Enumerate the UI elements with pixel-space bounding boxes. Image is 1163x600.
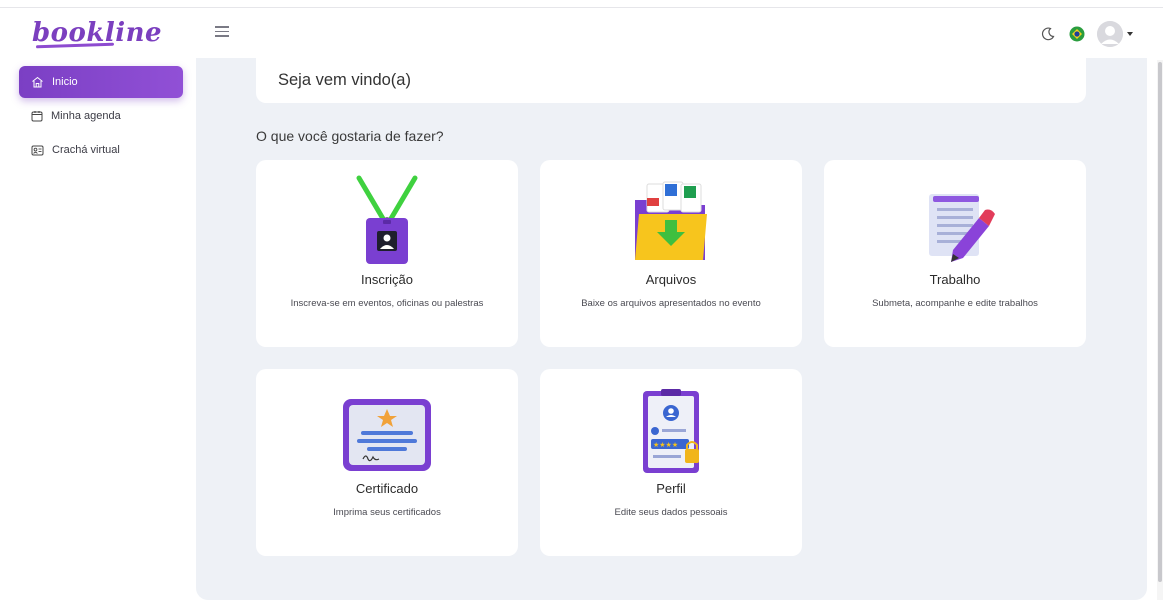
svg-text:★★★★: ★★★★ bbox=[653, 441, 678, 449]
card-description: Baixe os arquivos apresentados no evento bbox=[581, 298, 761, 309]
top-border bbox=[0, 0, 1163, 8]
card-inscricao[interactable]: Inscrição Inscreva-se em eventos, oficin… bbox=[256, 160, 518, 347]
card-description: Submeta, acompanhe e edite trabalhos bbox=[872, 298, 1038, 309]
header-actions bbox=[1039, 20, 1133, 48]
sidebar-item-inicio[interactable]: Inicio bbox=[19, 66, 183, 98]
card-title: Trabalho bbox=[929, 272, 981, 287]
page-scrollbar[interactable] bbox=[1157, 60, 1163, 600]
id-badge-icon bbox=[356, 175, 418, 264]
sidebar-item-label: Minha agenda bbox=[51, 110, 121, 122]
sidebar-item-label: Inicio bbox=[52, 76, 78, 88]
card-title: Arquivos bbox=[645, 272, 697, 287]
profile-clipboard-icon: ★★★★ bbox=[643, 389, 699, 473]
card-arquivos[interactable]: Arquivos Baixe os arquivos apresentados … bbox=[540, 160, 802, 347]
card-title: Certificado bbox=[355, 481, 419, 496]
user-menu[interactable] bbox=[1097, 21, 1133, 47]
document-pencil-icon bbox=[929, 194, 995, 262]
card-description: Imprima seus certificados bbox=[333, 507, 441, 518]
calendar-icon bbox=[31, 111, 43, 122]
badge-icon bbox=[31, 145, 44, 155]
sidebar-item-minha-agenda[interactable]: Minha agenda bbox=[19, 100, 183, 132]
hamburger-icon[interactable] bbox=[215, 26, 229, 37]
user-avatar-icon bbox=[1097, 21, 1123, 47]
card-title: Inscrição bbox=[360, 272, 414, 287]
card-trabalho[interactable]: Trabalho Submeta, acompanhe e edite trab… bbox=[824, 160, 1086, 347]
brazil-flag-icon[interactable] bbox=[1069, 26, 1085, 42]
moon-icon[interactable] bbox=[1039, 25, 1057, 43]
main-content: Seja vem vindo(a) O que você gostaria de… bbox=[196, 58, 1147, 600]
folder-download-icon bbox=[635, 181, 707, 260]
certificate-icon bbox=[343, 399, 431, 471]
scrollbar-thumb[interactable] bbox=[1158, 62, 1162, 582]
sidebar-item-cracha-virtual[interactable]: Crachá virtual bbox=[19, 134, 183, 166]
home-icon bbox=[32, 76, 43, 88]
card-title: Perfil bbox=[656, 481, 686, 496]
welcome-banner: Seja vem vindo(a) bbox=[256, 58, 1086, 103]
chevron-down-icon bbox=[1127, 32, 1133, 36]
card-perfil[interactable]: ★★★★ Perfil Edite seus dados pessoais bbox=[540, 369, 802, 556]
card-description: Inscreva-se em eventos, oficinas ou pale… bbox=[290, 298, 484, 309]
card-description: Edite seus dados pessoais bbox=[614, 507, 728, 518]
card-certificado[interactable]: Certificado Imprima seus certificados bbox=[256, 369, 518, 556]
sidebar-item-label: Crachá virtual bbox=[52, 144, 120, 156]
sidebar: Inicio Minha agenda Crachá virtual bbox=[0, 58, 196, 600]
section-question: O que você gostaria de fazer? bbox=[256, 128, 444, 144]
welcome-text: Seja vem vindo(a) bbox=[278, 71, 411, 89]
